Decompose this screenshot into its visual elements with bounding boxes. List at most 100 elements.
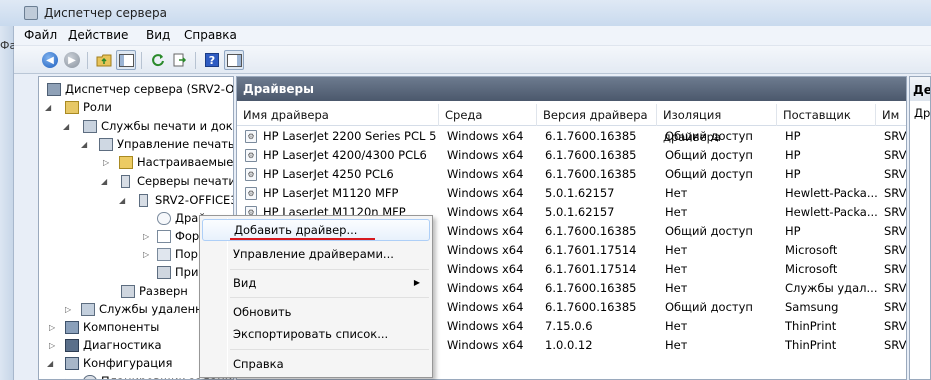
- background-window-text: Фа: [0, 39, 17, 52]
- table-cell: 7.15.0.6: [545, 319, 593, 333]
- table-cell: HP LaserJet 2200 Series PCL 5: [263, 129, 437, 143]
- tree-node-label: Фор: [175, 229, 200, 243]
- table-cell: Windows x64: [447, 319, 524, 333]
- table-cell: SRV: [884, 243, 907, 257]
- table-row[interactable]: ⚙ HP LaserJet 4200/4300 PCL6 Windows x64 6.…: [237, 146, 906, 165]
- context-menu-help[interactable]: Справка: [202, 353, 430, 375]
- column-header-provider[interactable]: Поставщик: [777, 104, 876, 126]
- back-icon: ◀: [42, 52, 58, 68]
- collapse-triangle-icon[interactable]: ◢: [45, 98, 55, 117]
- show-hide-action-pane-icon: [226, 53, 242, 67]
- table-cell: HP LaserJet M1120 MFP: [263, 186, 399, 200]
- remote-services-icon: [81, 303, 95, 316]
- table-cell: SRV: [884, 262, 907, 276]
- table-cell: Общий доступ: [665, 129, 753, 143]
- context-menu-separator: [230, 297, 429, 298]
- context-menu-manage-drivers[interactable]: Управление драйверами...: [202, 243, 430, 265]
- tree-node-label: Службы удаленн: [99, 302, 203, 316]
- show-hide-tree-button[interactable]: [116, 50, 136, 70]
- expand-triangle-icon[interactable]: ▷: [65, 300, 75, 319]
- column-header-driver-name[interactable]: Имя драйвера: [237, 104, 439, 126]
- tree-node-label: Пор: [175, 247, 198, 261]
- menu-file[interactable]: Файл: [20, 28, 61, 42]
- table-cell: Нет: [665, 319, 688, 333]
- up-folder-icon: [96, 54, 112, 67]
- table-cell: Общий доступ: [665, 167, 753, 181]
- table-cell: Microsoft: [785, 262, 838, 276]
- table-cell: 6.1.7600.16385: [545, 148, 637, 162]
- menu-view[interactable]: Вид: [142, 28, 174, 42]
- context-menu-refresh[interactable]: Обновить: [202, 301, 430, 323]
- menu-help[interactable]: Справка: [180, 28, 241, 42]
- table-cell: Службы удал...: [785, 281, 878, 295]
- table-cell: HP: [785, 148, 801, 162]
- column-header-driver-isolation[interactable]: Изоляция драйвера: [657, 104, 777, 144]
- roles-icon: [65, 101, 79, 114]
- table-cell: SRV: [884, 300, 907, 314]
- toolbar-separator: [195, 52, 196, 69]
- collapse-triangle-icon[interactable]: ◢: [101, 172, 111, 191]
- table-cell: Windows x64: [447, 300, 524, 314]
- table-cell: 6.1.7600.16385: [545, 300, 637, 314]
- export-list-button[interactable]: [170, 50, 190, 70]
- show-hide-action-pane-button[interactable]: [224, 50, 244, 70]
- expand-triangle-icon[interactable]: ▷: [49, 336, 59, 355]
- expand-triangle-icon[interactable]: ▷: [65, 372, 75, 379]
- menu-action[interactable]: Действие: [64, 28, 132, 42]
- print-servers-icon: [121, 175, 130, 188]
- context-menu-view[interactable]: Вид ▶: [202, 272, 430, 294]
- table-cell: Hewlett-Packa...: [785, 205, 878, 219]
- table-cell: Нет: [665, 338, 688, 352]
- context-menu-export-list[interactable]: Экспортировать список...: [202, 323, 430, 345]
- up-folder-button[interactable]: [94, 50, 114, 70]
- table-cell: 6.1.7600.16385: [545, 167, 637, 181]
- table-cell: SRV: [884, 281, 907, 295]
- table-cell: SRV: [884, 338, 907, 352]
- context-menu-gutter: [227, 218, 228, 375]
- server-manager-icon: [47, 83, 61, 96]
- printers-icon: [157, 266, 171, 279]
- menu-bar: Файл Действие Вид Справка: [14, 26, 931, 46]
- server-manager-app-icon: [24, 6, 38, 20]
- table-cell: Нет: [665, 205, 688, 219]
- collapse-triangle-icon[interactable]: ◢: [119, 191, 129, 210]
- refresh-button[interactable]: [148, 50, 168, 70]
- actions-pane-title: Де: [910, 77, 930, 101]
- back-button[interactable]: ◀: [40, 50, 60, 70]
- tree-node-label: Диагностика: [83, 338, 162, 352]
- collapse-triangle-icon[interactable]: ◢: [81, 135, 91, 154]
- table-cell: Windows x64: [447, 129, 524, 143]
- printer-driver-icon: ⚙: [245, 168, 257, 181]
- expand-triangle-icon[interactable]: ▷: [143, 245, 153, 264]
- deployed-printers-icon: [121, 285, 135, 298]
- column-header-environment[interactable]: Среда: [439, 104, 537, 126]
- collapse-triangle-icon[interactable]: ◢: [47, 354, 57, 373]
- actions-pane-drivers-item[interactable]: Др: [914, 106, 930, 120]
- forms-icon: [157, 230, 171, 243]
- collapse-triangle-icon[interactable]: ◢: [63, 117, 73, 136]
- tree-node-label: Службы печати и докум: [101, 119, 234, 133]
- table-row[interactable]: ⚙ HP LaserJet 2200 Series PCL 5 Windows x6…: [237, 127, 907, 146]
- tree-node-label: Конфигурация: [83, 356, 173, 370]
- table-row[interactable]: ⚙ HP LaserJet 4250 PCL6 Windows x64 6.1.760…: [237, 165, 906, 184]
- table-row[interactable]: ⚙ HP LaserJet M1120 MFP Windows x64 5.0.1.6…: [237, 184, 906, 203]
- window-title: Диспетчер сервера: [44, 6, 167, 20]
- show-hide-tree-icon: [118, 53, 134, 67]
- forward-button[interactable]: ▶: [62, 50, 82, 70]
- column-header-driver-version[interactable]: Версия драйвера: [537, 104, 657, 126]
- table-cell: SRV: [884, 205, 907, 219]
- features-icon: [65, 321, 79, 334]
- toolbar: ◀ ▶ ?: [14, 46, 931, 74]
- table-cell: ThinPrint: [785, 319, 837, 333]
- diagnostics-icon: [65, 339, 79, 352]
- column-header-server-name[interactable]: Им: [876, 104, 906, 126]
- title-bar: Диспетчер сервера: [0, 0, 931, 26]
- table-cell: Windows x64: [447, 281, 524, 295]
- table-cell: SRV: [884, 129, 907, 143]
- table-cell: Windows x64: [447, 243, 524, 257]
- expand-triangle-icon[interactable]: ▷: [143, 227, 153, 246]
- expand-triangle-icon[interactable]: ▷: [103, 153, 113, 172]
- help-button[interactable]: ?: [202, 50, 222, 70]
- server-icon: [139, 194, 148, 207]
- expand-triangle-icon[interactable]: ▷: [49, 318, 59, 337]
